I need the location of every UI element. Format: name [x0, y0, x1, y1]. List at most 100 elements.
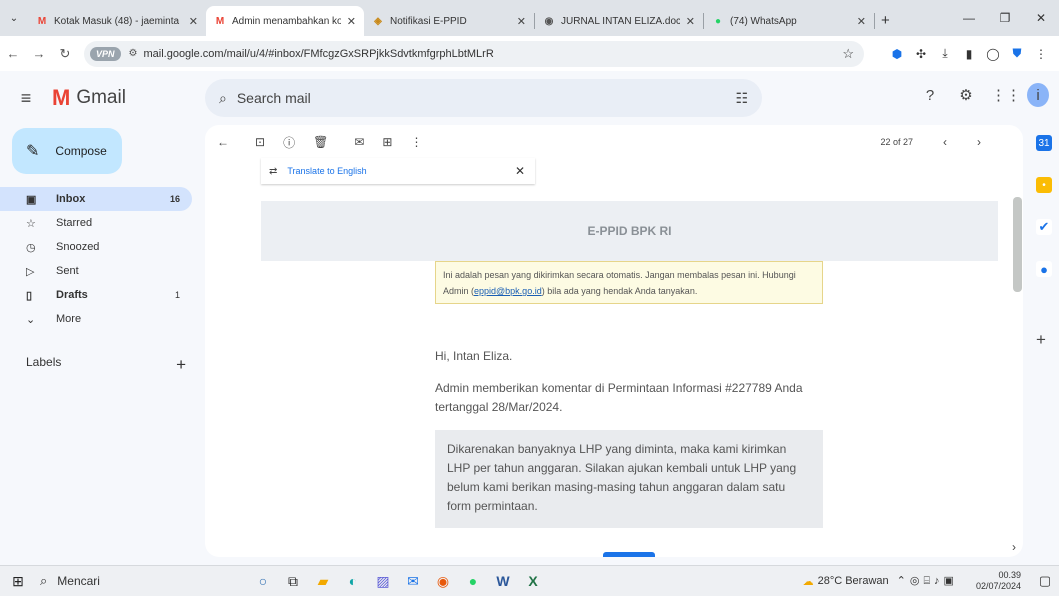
close-tab-icon[interactable]: ✕	[189, 15, 198, 28]
weather-text[interactable]: 28°C Berawan	[818, 575, 889, 587]
main-menu-icon[interactable]: ≡	[0, 88, 52, 109]
whatsapp-icon[interactable]: ●	[458, 573, 488, 589]
close-window-icon[interactable]: ✕	[1023, 11, 1059, 25]
apps-grid-icon[interactable]: ⋮⋮	[991, 86, 1021, 104]
globe-icon: ◉	[544, 15, 554, 27]
archive-icon[interactable]: ⊡	[255, 135, 265, 149]
calendar-icon[interactable]: 31	[1036, 135, 1052, 151]
keep-icon[interactable]: •	[1036, 177, 1052, 193]
browser-tab[interactable]: ● (74) WhatsApp ✕	[704, 6, 874, 36]
windows-start-icon[interactable]: ⊞	[0, 573, 36, 590]
sidebar-item-inbox[interactable]: ▣ Inbox 16	[0, 187, 192, 211]
vpn-badge[interactable]: VPN	[90, 46, 121, 61]
move-to-icon[interactable]: ⊞	[382, 135, 392, 149]
account-avatar[interactable]: i	[1027, 83, 1049, 107]
vpn-shield-icon[interactable]: ⛊	[1005, 46, 1029, 61]
side-panel-icon[interactable]: ▮	[957, 47, 981, 61]
browser-menu-icon[interactable]: ⋮	[1029, 47, 1053, 61]
draft-icon: ▯	[26, 289, 33, 302]
bookmark-star-icon[interactable]: ☆	[842, 46, 854, 62]
close-tab-icon[interactable]: ✕	[347, 15, 356, 28]
reload-icon[interactable]: ↻	[52, 46, 78, 62]
browser-tab[interactable]: M Kotak Masuk (48) - jaeminta ✕	[28, 6, 206, 36]
search-icon[interactable]: ⌕	[219, 90, 227, 107]
puzzle-extension-icon[interactable]: ✣	[909, 47, 933, 61]
get-addons-icon[interactable]: +	[1036, 330, 1046, 350]
browser-tab[interactable]: ◉ JURNAL INTAN ELIZA.docx.p ✕	[535, 6, 703, 36]
forward-icon[interactable]: →	[26, 46, 52, 61]
file-explorer-icon[interactable]: ▰	[308, 573, 338, 590]
settings-gear-icon[interactable]: ⚙	[955, 86, 977, 104]
older-icon[interactable]: ›	[977, 135, 981, 149]
new-tab-icon[interactable]: +	[881, 12, 890, 29]
weather-icon[interactable]: ☁	[803, 575, 814, 588]
close-tab-icon[interactable]: ✕	[686, 15, 695, 28]
sidebar-item-sent[interactable]: ▷ Sent	[0, 259, 192, 283]
email-banner: E-PPID BPK RI	[261, 201, 998, 261]
gmail-logo-icon: M	[52, 85, 71, 110]
minimize-icon[interactable]: —	[951, 11, 987, 25]
browser-tab[interactable]: ◈ Notifikasi E-PPID ✕	[364, 6, 534, 36]
gmail-sidebar: ✎ Compose ▣ Inbox 16 ☆ Starred ◷ Snoozed…	[0, 125, 205, 565]
browser-tab-active[interactable]: M Admin menambahkan kome ✕	[206, 6, 364, 36]
translate-link[interactable]: Translate to English	[287, 166, 366, 176]
sidebar-item-snoozed[interactable]: ◷ Snoozed	[0, 235, 192, 259]
eppid-icon: ◈	[374, 15, 382, 27]
back-icon[interactable]: ←	[0, 46, 26, 61]
word-icon[interactable]: W	[488, 573, 518, 589]
taskbar-clock[interactable]: 00.39 02/07/2024	[976, 570, 1021, 592]
header-actions: ? ⚙ ⋮⋮ i	[919, 83, 1049, 107]
mark-unread-icon[interactable]: ✉	[354, 135, 364, 149]
edge-icon[interactable]: ◐	[338, 573, 368, 589]
system-tray: ☁ 28°C Berawan ⌃◎⌸♪▣ 00.39 02/07/2024 ▢	[803, 570, 1059, 592]
restore-icon[interactable]: ❐	[987, 11, 1023, 25]
url-text[interactable]: mail.google.com/mail/u/4/#inbox/FMfcgzGx…	[143, 48, 493, 60]
download-icon[interactable]: ⤓	[933, 46, 957, 61]
cortana-icon[interactable]: ○	[248, 573, 278, 589]
task-view-icon[interactable]: ⧉	[278, 573, 308, 590]
more-options-icon[interactable]: ⋮	[410, 135, 422, 149]
notification-icon[interactable]: ▢	[1031, 573, 1059, 589]
address-bar[interactable]: VPN ⚙ mail.google.com/mail/u/4/#inbox/FM…	[84, 40, 864, 67]
shield-extension-icon[interactable]: ⬢	[885, 47, 909, 61]
admin-email-link[interactable]: eppid@bpk.go.id	[474, 286, 542, 296]
chrome-icon[interactable]: ◉	[428, 573, 458, 590]
newer-icon[interactable]: ‹	[943, 135, 947, 149]
close-tab-icon[interactable]: ✕	[857, 15, 866, 28]
gmail-logo[interactable]: M Gmail	[52, 85, 204, 111]
contacts-icon[interactable]: ●	[1036, 261, 1052, 277]
excel-icon[interactable]: X	[518, 573, 548, 589]
draft-count: 1	[174, 290, 180, 300]
back-to-inbox-icon[interactable]: ←	[217, 135, 229, 149]
scrollbar-thumb[interactable]	[1013, 197, 1022, 292]
gmail-header: ≡ M Gmail ⌕ Search mail ☷ ? ⚙ ⋮⋮ i	[0, 71, 1059, 125]
search-icon: ⌕	[40, 573, 48, 588]
report-spam-icon[interactable]: ⓘ	[283, 134, 295, 151]
expand-side-panel-icon[interactable]: ›	[1012, 540, 1016, 554]
mail-app-icon[interactable]: ✉	[398, 573, 428, 590]
tasks-icon[interactable]: ✔	[1036, 219, 1052, 235]
taskbar-search-label: Mencari	[57, 574, 100, 588]
search-bar[interactable]: ⌕ Search mail ☷	[205, 79, 762, 117]
sidebar-item-label: Sent	[56, 265, 79, 277]
search-options-icon[interactable]: ☷	[735, 90, 748, 107]
view-request-button[interactable]	[603, 552, 655, 557]
add-label-icon[interactable]: +	[176, 355, 186, 375]
profile-icon[interactable]: ◯	[981, 47, 1005, 61]
help-icon[interactable]: ?	[919, 87, 941, 104]
photos-app-icon[interactable]: ▨	[368, 573, 398, 590]
clock-icon: ◷	[26, 241, 36, 254]
tab-search-menu[interactable]: ⌄	[0, 0, 28, 36]
site-info-icon[interactable]: ⚙	[129, 48, 138, 59]
delete-icon[interactable]: 🗑	[313, 135, 328, 149]
sidebar-item-more[interactable]: ⌄ More	[0, 307, 192, 331]
tray-icons[interactable]: ⌃◎⌸♪▣	[897, 574, 958, 588]
sidebar-item-drafts[interactable]: ▯ Drafts 1	[0, 283, 192, 307]
search-input[interactable]: Search mail	[237, 90, 736, 106]
taskbar-search[interactable]: ⌕ Mencari	[36, 573, 186, 589]
tab-title: Admin menambahkan kome	[232, 15, 341, 27]
compose-button[interactable]: ✎ Compose	[12, 128, 122, 174]
close-translate-icon[interactable]: ✕	[515, 164, 525, 178]
sidebar-item-starred[interactable]: ☆ Starred	[0, 211, 192, 235]
close-tab-icon[interactable]: ✕	[517, 15, 526, 28]
